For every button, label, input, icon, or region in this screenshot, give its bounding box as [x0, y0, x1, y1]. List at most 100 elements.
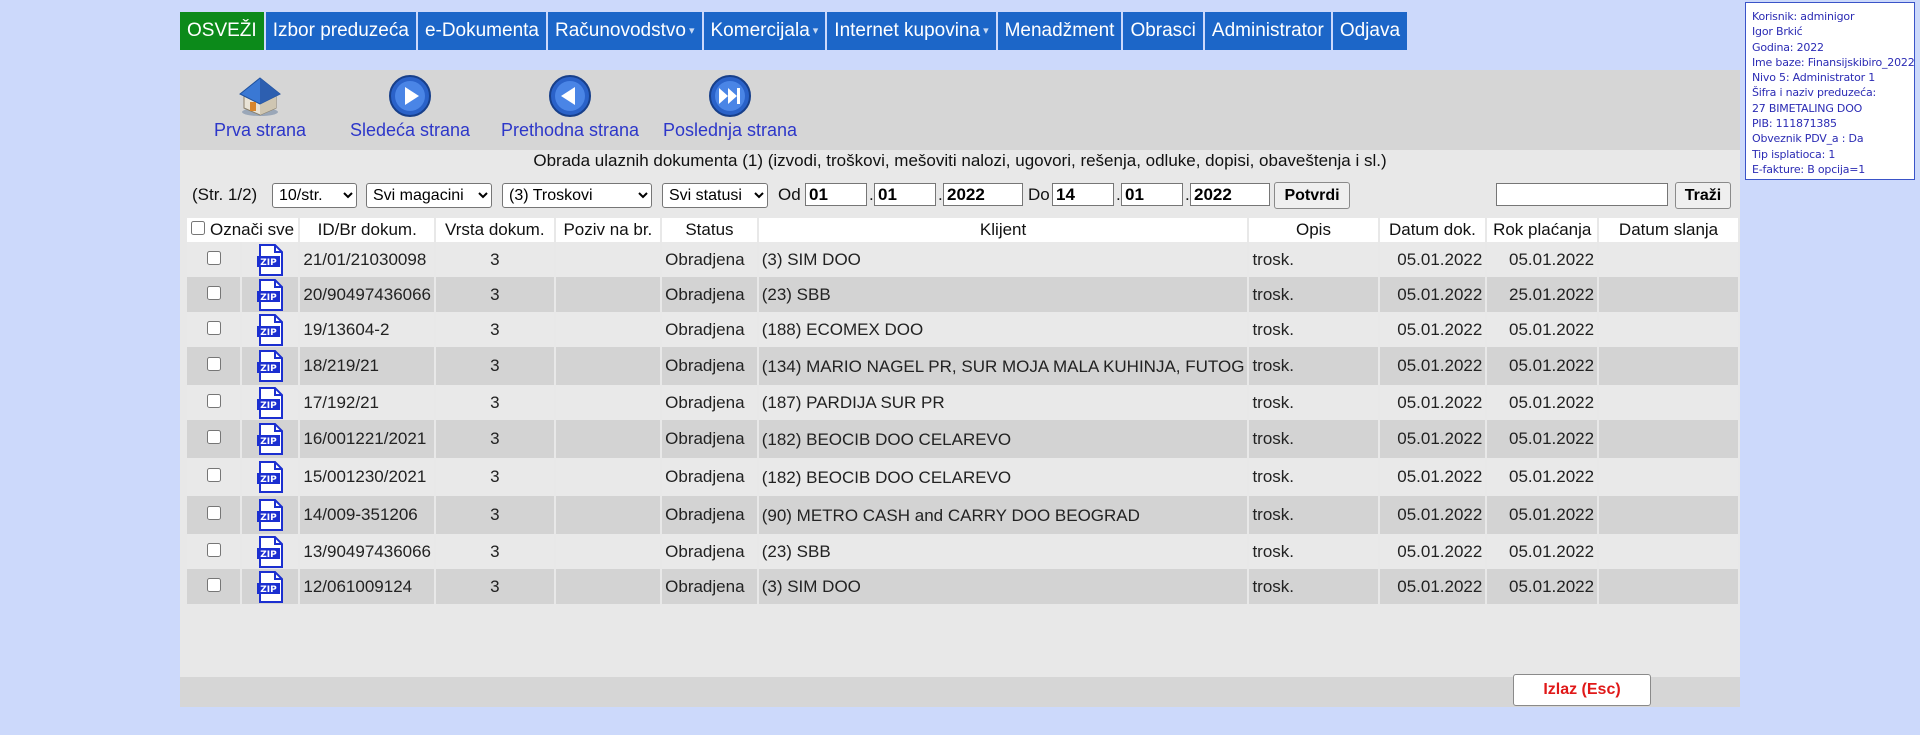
nav-odjava[interactable]: Odjava	[1332, 12, 1408, 50]
row-select-cell	[187, 458, 241, 496]
info-line: Ime baze: Finansijskibiro_2022	[1752, 55, 1914, 69]
document-type-select[interactable]: (3) Troskovi	[502, 183, 652, 208]
nav-obrasci[interactable]: Obrasci	[1123, 12, 1203, 50]
row-status: Obradjena	[662, 420, 757, 458]
table-row[interactable]: ZIP 18/219/21 3 Obradjena (134) MARIO NA…	[187, 347, 1738, 385]
header-client[interactable]: Klijent	[758, 218, 1248, 242]
last-page-button[interactable]: Poslednja strana	[655, 74, 805, 141]
next-page-button[interactable]: Sledeća strana	[345, 74, 475, 141]
row-checkbox[interactable]	[206, 357, 221, 371]
first-page-button[interactable]: Prva strana	[210, 74, 310, 141]
zip-file-icon[interactable]: ZIP	[255, 243, 285, 276]
previous-page-button[interactable]: Prethodna strana	[500, 74, 640, 141]
previous-page-label: Prethodna strana	[500, 120, 640, 140]
row-attachment-cell: ZIP	[242, 385, 299, 420]
table-row[interactable]: ZIP 17/192/21 3 Obradjena (187) PARDIJA …	[187, 385, 1738, 420]
search-button[interactable]: Traži	[1675, 182, 1731, 209]
row-doc-type: 3	[436, 277, 554, 312]
table-row[interactable]: ZIP 15/001230/2021 3 Obradjena (182) BEO…	[187, 458, 1738, 496]
table-row[interactable]: ZIP 21/01/21030098 3 Obradjena (3) SIM D…	[187, 242, 1738, 277]
table-row[interactable]: ZIP 12/061009124 3 Obradjena (3) SIM DOO…	[187, 569, 1738, 604]
per-page-select[interactable]: 10/str.	[272, 183, 357, 208]
row-checkbox[interactable]	[206, 468, 221, 482]
warehouse-select[interactable]: Svi magacini	[366, 183, 492, 208]
table-row[interactable]: ZIP 14/009-351206 3 Obradjena (90) METRO…	[187, 496, 1738, 534]
date-from-day[interactable]	[805, 183, 867, 206]
status-select[interactable]: Svi statusi	[662, 183, 768, 208]
date-to-month[interactable]	[1121, 183, 1183, 206]
row-reference	[555, 534, 661, 569]
header-due-date[interactable]: Rok plaćanja	[1487, 218, 1598, 242]
zip-label: ZIP	[261, 475, 278, 485]
exit-button[interactable]: Izlaz (Esc)	[1513, 674, 1651, 706]
info-line: Obveznik PDV_a : Da	[1752, 132, 1864, 146]
table-row[interactable]: ZIP 13/90497436066 3 Obradjena (23) SBB …	[187, 534, 1738, 569]
row-checkbox[interactable]	[206, 393, 221, 408]
header-description[interactable]: Opis	[1249, 218, 1378, 242]
row-checkbox[interactable]	[206, 506, 221, 520]
row-doc-date: 05.01.2022	[1379, 420, 1486, 458]
zip-file-icon[interactable]: ZIP	[255, 499, 285, 531]
select-all-checkbox[interactable]	[191, 221, 206, 235]
nav-izbor-preduzeca[interactable]: Izbor preduzeća	[265, 12, 416, 50]
row-sent-date	[1599, 347, 1738, 385]
date-from-label: Od	[778, 185, 801, 204]
row-client: (23) SBB	[758, 534, 1248, 569]
row-checkbox[interactable]	[206, 577, 221, 592]
nav-menadzment[interactable]: Menadžment	[997, 12, 1122, 50]
date-to-day[interactable]	[1052, 183, 1114, 206]
row-doc-date: 05.01.2022	[1379, 385, 1486, 420]
zip-file-icon[interactable]: ZIP	[255, 278, 285, 311]
zip-label: ZIP	[261, 550, 278, 560]
row-checkbox[interactable]	[206, 250, 221, 265]
row-description: trosk.	[1249, 347, 1378, 385]
table-row[interactable]: ZIP 16/001221/2021 3 Obradjena (182) BEO…	[187, 420, 1738, 458]
header-sent-date[interactable]: Datum slanja	[1599, 218, 1738, 242]
row-sent-date	[1599, 569, 1738, 604]
row-client: (3) SIM DOO	[758, 569, 1248, 604]
nav-e-dokumenta[interactable]: e-Dokumenta	[417, 12, 546, 50]
row-select-cell	[187, 277, 241, 312]
confirm-button[interactable]: Potvrdi	[1274, 182, 1350, 209]
row-checkbox[interactable]	[206, 430, 221, 444]
info-line: Korisnik: adminigor	[1752, 10, 1855, 23]
row-status: Obradjena	[662, 534, 757, 569]
date-to-year[interactable]	[1190, 183, 1270, 206]
row-id: 17/192/21	[300, 385, 435, 420]
date-from-month[interactable]	[874, 183, 936, 206]
date-to-label: Do	[1028, 185, 1050, 204]
info-line: Godina: 2022	[1752, 40, 1824, 54]
table-row[interactable]: ZIP 19/13604-2 3 Obradjena (188) ECOMEX …	[187, 312, 1738, 347]
row-attachment-cell: ZIP	[242, 420, 299, 458]
zip-file-icon[interactable]: ZIP	[255, 535, 285, 568]
zip-file-icon[interactable]: ZIP	[255, 570, 285, 603]
row-doc-date: 05.01.2022	[1379, 496, 1486, 534]
row-checkbox[interactable]	[206, 542, 221, 557]
search-input[interactable]	[1496, 183, 1668, 206]
zip-file-icon[interactable]: ZIP	[255, 350, 285, 382]
chevron-down-icon: ▾	[812, 25, 819, 37]
zip-file-icon[interactable]: ZIP	[255, 313, 285, 346]
header-status[interactable]: Status	[662, 218, 757, 242]
header-doc-type[interactable]: Vrsta dokum.	[436, 218, 554, 242]
nav-racunovodstvo[interactable]: Računovodstvo ▾	[548, 12, 702, 50]
row-reference	[555, 420, 661, 458]
row-description: trosk.	[1249, 277, 1378, 312]
row-checkbox[interactable]	[206, 285, 221, 300]
header-id[interactable]: ID/Br dokum.	[300, 218, 435, 242]
row-attachment-cell: ZIP	[242, 534, 299, 569]
zip-file-icon[interactable]: ZIP	[255, 461, 285, 493]
nav-label: e-Dokumenta	[424, 20, 539, 41]
header-reference[interactable]: Poziv na br.	[555, 218, 661, 242]
row-doc-type: 3	[436, 534, 554, 569]
zip-file-icon[interactable]: ZIP	[255, 423, 285, 455]
nav-internet-kupovina[interactable]: Internet kupovina ▾	[827, 12, 996, 50]
nav-administrator[interactable]: Administrator	[1204, 12, 1331, 50]
header-doc-date[interactable]: Datum dok.	[1379, 218, 1486, 242]
zip-file-icon[interactable]: ZIP	[255, 386, 285, 419]
nav-osvezi[interactable]: OSVEŽI	[180, 12, 264, 50]
nav-komercijala[interactable]: Komercijala ▾	[703, 12, 826, 50]
row-checkbox[interactable]	[206, 320, 221, 335]
table-row[interactable]: ZIP 20/90497436066 3 Obradjena (23) SBB …	[187, 277, 1738, 312]
date-from-year[interactable]	[943, 183, 1023, 206]
